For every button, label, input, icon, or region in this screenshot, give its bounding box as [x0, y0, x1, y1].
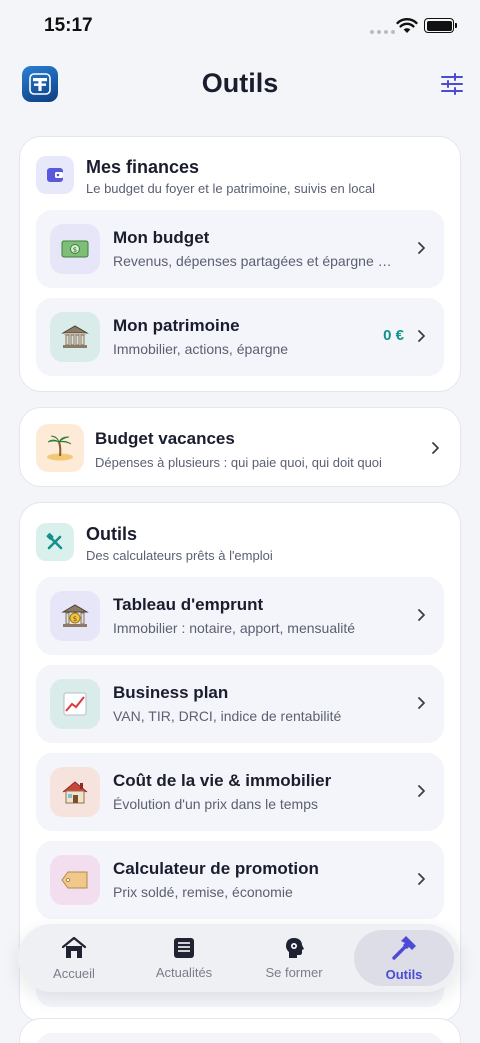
page-title: Outils: [201, 68, 279, 98]
row-title: Mon budget: [113, 228, 210, 247]
learn-icon: [286, 937, 304, 958]
vacances-title: Budget vacances: [95, 429, 235, 448]
money-icon: $: [50, 224, 100, 274]
chart-up-icon: [50, 679, 100, 729]
chevron-right-icon: [418, 330, 425, 342]
bank-loan-icon: $: [50, 591, 100, 641]
tab-label: Se former: [265, 964, 323, 980]
tab-accueil[interactable]: Accueil: [24, 930, 124, 986]
tab-label: Outils: [385, 966, 423, 982]
row-subtitle: VAN, TIR, DRCI, indice de rentabilité: [113, 708, 342, 724]
tableau-emprunt-row[interactable]: $ Tableau d'emprunt Immobilier : notaire…: [36, 577, 444, 655]
tab-se-former[interactable]: Se former: [244, 930, 344, 986]
status-bar: 15:17: [0, 0, 480, 54]
tab-bar: Accueil Actualités Se former Outils: [18, 924, 460, 992]
row-title: Mon patrimoine: [113, 316, 240, 335]
chevron-right-icon: [418, 873, 425, 885]
signal-icon: [370, 30, 395, 34]
outils-title: Outils: [86, 524, 138, 544]
row-subtitle: Immobilier, actions, épargne: [113, 341, 289, 357]
wallet-icon: [36, 156, 74, 194]
row-subtitle: Revenus, dépenses partagées et épargne …: [113, 253, 392, 269]
business-plan-row[interactable]: Business plan VAN, TIR, DRCI, indice de …: [36, 665, 444, 743]
svg-text:$: $: [73, 246, 77, 254]
chevron-right-icon: [432, 442, 439, 454]
svg-text:$: $: [73, 615, 77, 623]
row-title: Tableau d'emprunt: [113, 595, 264, 614]
patrimoine-value: 0 €: [383, 327, 404, 344]
tab-label: Actualités: [155, 964, 213, 980]
tab-actualites[interactable]: Actualités: [134, 930, 234, 986]
tools-icon: [36, 523, 74, 561]
tab-label: Accueil: [53, 965, 95, 981]
finances-header: Mes finances Le budget du foyer et le pa…: [36, 156, 375, 196]
battery-icon: [424, 18, 457, 33]
filter-settings-button[interactable]: [438, 70, 466, 98]
row-subtitle: Prix soldé, remise, économie: [113, 884, 293, 900]
chevron-right-icon: [418, 697, 425, 709]
sliders-icon: [441, 73, 463, 95]
mon-budget-row[interactable]: $ Mon budget Revenus, dépenses partagées…: [36, 210, 444, 288]
row-subtitle: Immobilier : notaire, apport, mensualité: [113, 620, 355, 636]
chevron-right-icon: [418, 785, 425, 797]
calculateur-promotion-row[interactable]: Calculateur de promotion Prix soldé, rem…: [36, 841, 444, 919]
status-time: 15:17: [44, 15, 93, 36]
finances-subtitle: Le budget du foyer et le patrimoine, sui…: [86, 181, 376, 196]
chevron-right-icon: [418, 609, 425, 621]
finances-card: Mes finances Le budget du foyer et le pa…: [19, 136, 461, 392]
row-title: Calculateur de promotion: [113, 859, 319, 878]
finances-title: Mes finances: [86, 157, 200, 177]
tab-outils[interactable]: Outils: [354, 930, 454, 986]
tag-icon: [50, 855, 100, 905]
house-icon: [50, 767, 100, 817]
hammer-icon: [392, 935, 416, 960]
chevron-right-icon: [418, 242, 425, 254]
home-icon: [61, 936, 87, 958]
next-card: [19, 1018, 461, 1043]
budget-vacances-card[interactable]: Budget vacances Dépenses à plusieurs : q…: [19, 407, 461, 487]
cout-de-la-vie-row[interactable]: Coût de la vie & immobilier Évolution d'…: [36, 753, 444, 831]
outils-subtitle: Des calculateurs prêts à l'emploi: [86, 548, 273, 563]
row-subtitle: Évolution d'un prix dans le temps: [113, 796, 319, 812]
bank-icon: [50, 312, 100, 362]
mon-patrimoine-row[interactable]: Mon patrimoine Immobilier, actions, épar…: [36, 298, 444, 376]
row-title: Coût de la vie & immobilier: [113, 771, 332, 790]
outils-header: Outils Des calculateurs prêts à l'emploi: [36, 523, 273, 563]
vacances-subtitle: Dépenses à plusieurs : qui paie quoi, qu…: [95, 455, 382, 470]
island-icon: [36, 424, 84, 472]
news-icon: [174, 937, 194, 958]
partial-row[interactable]: [36, 1033, 444, 1043]
wifi-icon: [396, 18, 418, 33]
row-title: Business plan: [113, 683, 229, 702]
